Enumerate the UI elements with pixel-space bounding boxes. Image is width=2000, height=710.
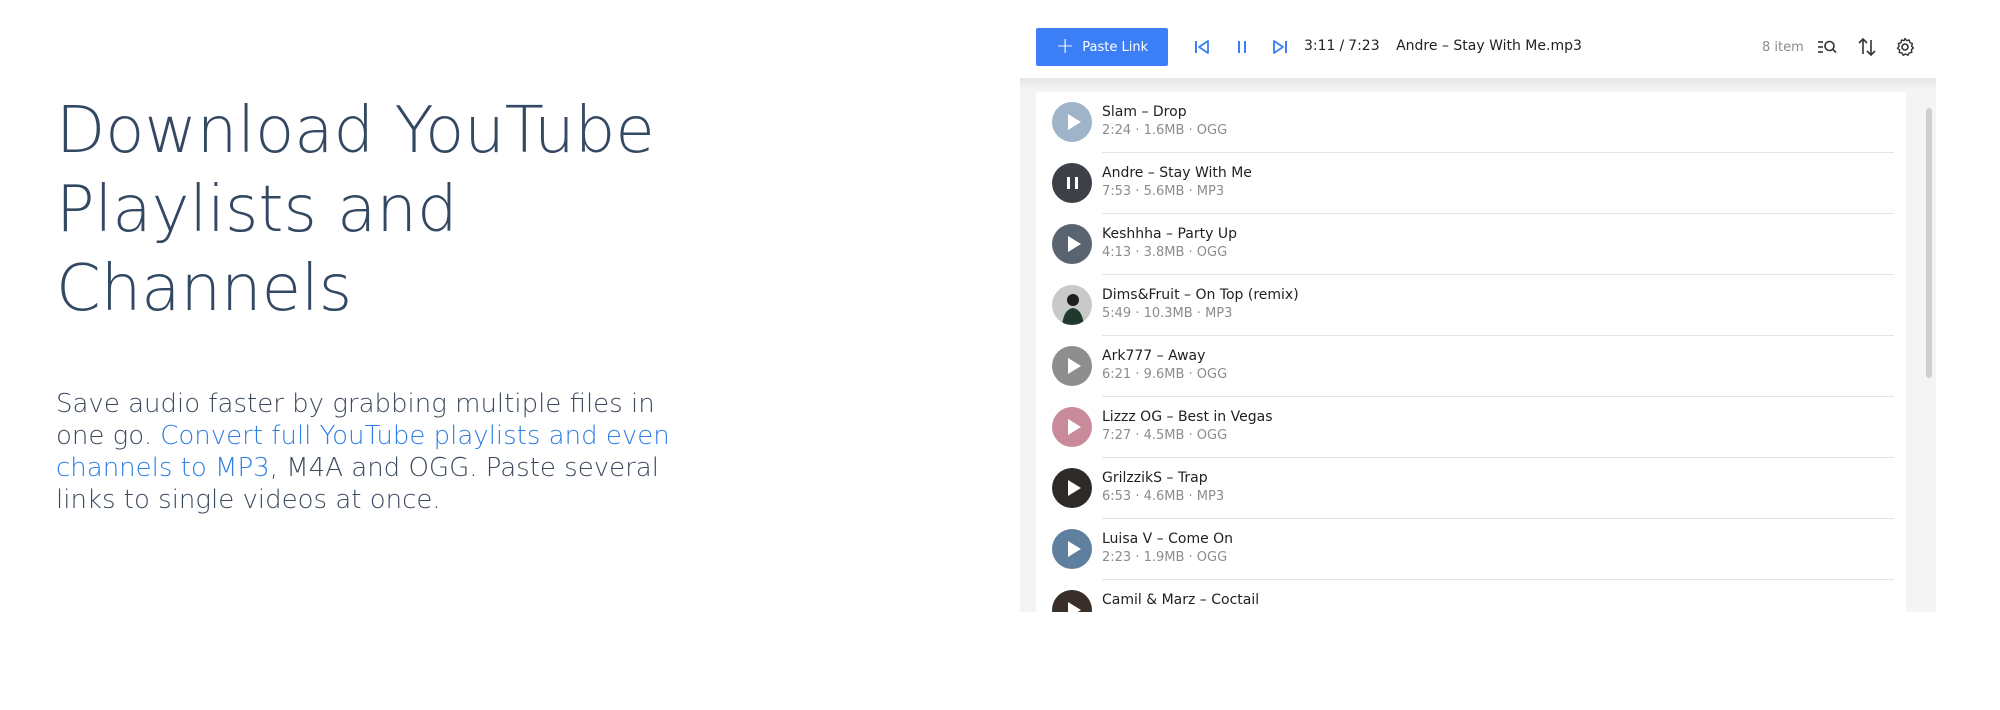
- track-row[interactable]: Andre – Stay With Me 7:53 · 5.6MB · MP3: [1036, 153, 1906, 214]
- hero-description: Save audio faster by grabbing multiple f…: [56, 388, 696, 516]
- track-thumbnail[interactable]: [1052, 163, 1092, 203]
- track-row[interactable]: GrilzzikS – Trap 6:53 · 4.6MB · MP3: [1036, 458, 1906, 519]
- track-title: Luisa V – Come On: [1102, 531, 1234, 547]
- paste-link-label: Paste Link: [1082, 39, 1149, 55]
- track-row[interactable]: Camil & Marz – Coctail: [1036, 580, 1906, 612]
- current-time: 3:11: [1304, 38, 1336, 54]
- track-list-area: Slam – Drop 2:24 · 1.6MB · OGG Andre – Sta…: [1020, 92, 1936, 612]
- play-icon: [1067, 602, 1081, 612]
- play-icon: [1067, 358, 1081, 374]
- track-title: Slam – Drop: [1102, 104, 1187, 120]
- track-title: GrilzzikS – Trap: [1102, 470, 1208, 486]
- track-meta: 6:53 · 4.6MB · MP3: [1102, 489, 1225, 504]
- track-title: Ark777 – Away: [1102, 348, 1206, 364]
- track-title: Camil & Marz – Coctail: [1102, 592, 1260, 608]
- track-thumbnail[interactable]: [1052, 407, 1092, 447]
- toolbar-divider: [1020, 78, 1936, 92]
- gear-icon[interactable]: [1894, 36, 1916, 58]
- previous-icon[interactable]: [1192, 37, 1212, 57]
- track-title: Dims&Fruit – On Top (remix): [1102, 287, 1299, 303]
- play-icon: [1067, 419, 1081, 435]
- track-title: Keshhha – Party Up: [1102, 226, 1237, 242]
- track-row[interactable]: Lizzz OG – Best in Vegas 7:27 · 4.5MB · O…: [1036, 397, 1906, 458]
- track-thumbnail[interactable]: [1052, 468, 1092, 508]
- track-row[interactable]: Luisa V – Come On 2:23 · 1.9MB · OGG: [1036, 519, 1906, 580]
- track-row[interactable]: Slam – Drop 2:24 · 1.6MB · OGG: [1036, 92, 1906, 153]
- track-thumbnail[interactable]: [1052, 590, 1092, 612]
- track-meta: 7:27 · 4.5MB · OGG: [1102, 428, 1228, 443]
- now-playing-title: Andre – Stay With Me.mp3: [1396, 38, 1582, 54]
- playback-status: 3:11/7:23 Andre – Stay With Me.mp3: [1304, 38, 1582, 54]
- track-thumbnail[interactable]: [1052, 102, 1092, 142]
- track-thumbnail[interactable]: [1052, 346, 1092, 386]
- play-icon: [1067, 236, 1081, 252]
- plus-icon: +: [1055, 34, 1075, 59]
- pause-icon[interactable]: [1232, 37, 1252, 57]
- play-icon: [1067, 541, 1081, 557]
- next-icon[interactable]: [1270, 37, 1290, 57]
- track-title: Andre – Stay With Me: [1102, 165, 1252, 181]
- track-row[interactable]: Dims&Fruit – On Top (remix) 5:49 · 10.3MB…: [1036, 275, 1906, 336]
- track-list: Slam – Drop 2:24 · 1.6MB · OGG Andre – Sta…: [1036, 92, 1906, 612]
- track-title: Lizzz OG – Best in Vegas: [1102, 409, 1273, 425]
- track-meta: 6:21 · 9.6MB · OGG: [1102, 367, 1228, 382]
- track-row[interactable]: Keshhha – Party Up 4:13 · 3.8MB · OGG: [1036, 214, 1906, 275]
- track-meta: 7:53 · 5.6MB · MP3: [1102, 184, 1225, 199]
- item-count: 8 item: [1762, 40, 1804, 55]
- play-icon: [1067, 480, 1081, 496]
- toolbar: + Paste Link 3:11/7:23 Andre – Stay With…: [1020, 18, 1936, 80]
- track-meta: 5:49 · 10.3MB · MP3: [1102, 306, 1233, 321]
- paste-link-button[interactable]: + Paste Link: [1036, 28, 1168, 66]
- track-thumbnail[interactable]: [1052, 224, 1092, 264]
- sort-icon[interactable]: [1856, 36, 1878, 58]
- track-thumbnail[interactable]: [1052, 529, 1092, 569]
- person-icon: [1062, 294, 1084, 325]
- total-time: 7:23: [1348, 38, 1380, 54]
- pause-icon: [1066, 177, 1078, 189]
- track-thumbnail[interactable]: [1052, 285, 1092, 325]
- track-meta: 4:13 · 3.8MB · OGG: [1102, 245, 1228, 260]
- track-meta: 2:24 · 1.6MB · OGG: [1102, 123, 1228, 138]
- track-meta: 2:23 · 1.9MB · OGG: [1102, 550, 1228, 565]
- play-icon: [1067, 114, 1081, 130]
- app-window: + Paste Link 3:11/7:23 Andre – Stay With…: [1020, 18, 1936, 612]
- scrollbar[interactable]: [1926, 108, 1932, 378]
- search-list-icon[interactable]: [1816, 36, 1838, 58]
- track-row[interactable]: Ark777 – Away 6:21 · 9.6MB · OGG: [1036, 336, 1906, 397]
- page-title: Download YouTube Playlists and Channels: [56, 94, 655, 326]
- time-separator: /: [1339, 38, 1345, 54]
